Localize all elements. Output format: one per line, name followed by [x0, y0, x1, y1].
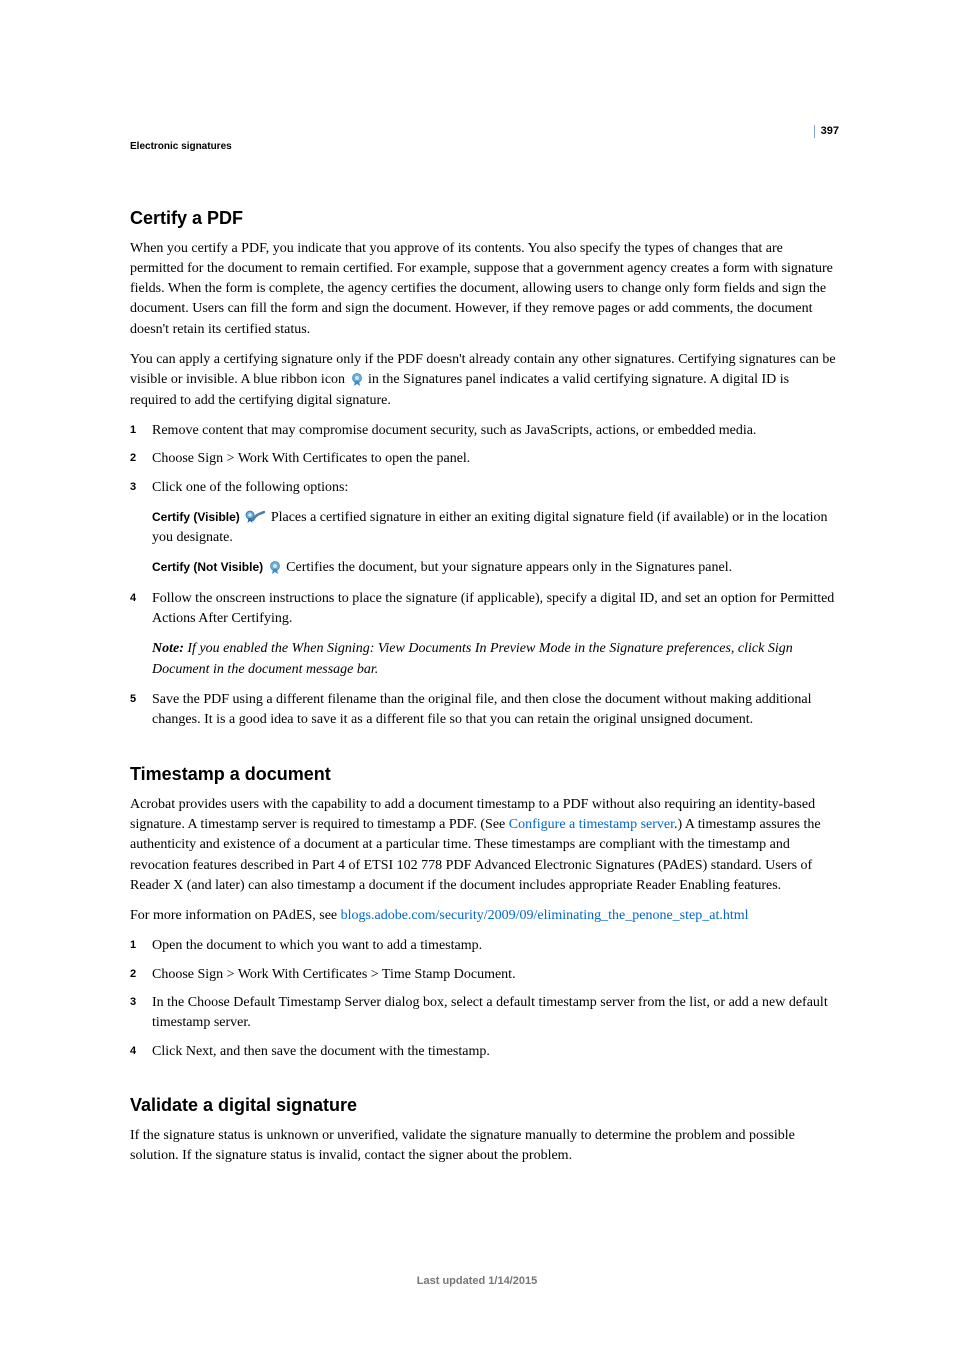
heading-validate: Validate a digital signature [130, 1092, 839, 1118]
list-item: 5 Save the PDF using a different filename… [130, 690, 839, 731]
list-text: Choose Sign > Work With Certificates to … [152, 451, 470, 466]
list-item: 1 Remove content that may compromise docu… [130, 421, 839, 441]
ordered-list: 4 Follow the onscreen instructions to pla… [130, 589, 839, 630]
list-text: In the Choose Default Timestamp Server d… [152, 995, 828, 1030]
text-fragment: For more information on PAdES, see [130, 908, 341, 923]
list-number: 5 [130, 690, 136, 710]
body-text: For more information on PAdES, see blogs… [130, 906, 839, 926]
list-item: 4 Follow the onscreen instructions to pla… [130, 589, 839, 630]
list-text: Click one of the following options: [152, 480, 348, 495]
note-label: Note: [152, 641, 187, 656]
list-item: 1 Open the document to which you want to … [130, 936, 839, 956]
note-text: If you enabled the When Signing: View Do… [152, 641, 793, 676]
list-number: 2 [130, 449, 136, 469]
page-footer: Last updated 1/14/2015 [0, 1274, 954, 1290]
list-item: 3 In the Choose Default Timestamp Server … [130, 993, 839, 1034]
ordered-list: 5 Save the PDF using a different filename… [130, 690, 839, 731]
list-text: Remove content that may compromise docum… [152, 423, 756, 438]
option-description: Certify (Visible) Places a certified sig… [152, 508, 839, 549]
link-configure-timestamp[interactable]: Configure a timestamp server [509, 817, 674, 832]
list-number: 1 [130, 936, 136, 956]
list-item: 4 Click Next, and then save the document … [130, 1042, 839, 1062]
running-header: Electronic signatures [130, 140, 839, 155]
list-number: 2 [130, 965, 136, 985]
page-number: 397 [814, 125, 839, 138]
body-text: If the signature status is unknown or un… [130, 1126, 839, 1167]
option-text: Certifies the document, but your signatu… [286, 560, 732, 575]
option-description: Certify (Not Visible) Certifies the docu… [152, 558, 839, 578]
document-page: 397 Electronic signatures Certify a PDF … [0, 0, 954, 1350]
link-pades-blog[interactable]: blogs.adobe.com/security/2009/09/elimina… [341, 908, 749, 923]
ordered-list: 1 Open the document to which you want to … [130, 936, 839, 1061]
list-number: 1 [130, 421, 136, 441]
list-text: Click Next, and then save the document w… [152, 1044, 490, 1059]
body-text: Acrobat provides users with the capabili… [130, 795, 839, 896]
list-text: Open the document to which you want to a… [152, 938, 482, 953]
heading-timestamp: Timestamp a document [130, 761, 839, 787]
list-item: 2 Choose Sign > Work With Certificates > … [130, 965, 839, 985]
ordered-list: 1 Remove content that may compromise docu… [130, 421, 839, 498]
list-item: 3 Click one of the following options: [130, 478, 839, 498]
body-text: When you certify a PDF, you indicate tha… [130, 239, 839, 340]
note-block: Note: If you enabled the When Signing: V… [152, 639, 839, 680]
certify-not-visible-icon [269, 561, 281, 575]
list-number: 3 [130, 478, 136, 498]
body-text: You can apply a certifying signature onl… [130, 350, 839, 411]
list-text: Save the PDF using a different filename … [152, 692, 812, 727]
list-number: 4 [130, 589, 136, 609]
option-term: Certify (Not Visible) [152, 560, 263, 574]
list-text: Choose Sign > Work With Certificates > T… [152, 967, 516, 982]
list-number: 3 [130, 993, 136, 1013]
list-item: 2 Choose Sign > Work With Certificates to… [130, 449, 839, 469]
list-number: 4 [130, 1042, 136, 1062]
heading-certify: Certify a PDF [130, 205, 839, 231]
list-text: Follow the onscreen instructions to plac… [152, 591, 834, 626]
option-term: Certify (Visible) [152, 510, 240, 524]
blue-ribbon-icon [351, 373, 363, 387]
certify-visible-icon [245, 510, 265, 526]
